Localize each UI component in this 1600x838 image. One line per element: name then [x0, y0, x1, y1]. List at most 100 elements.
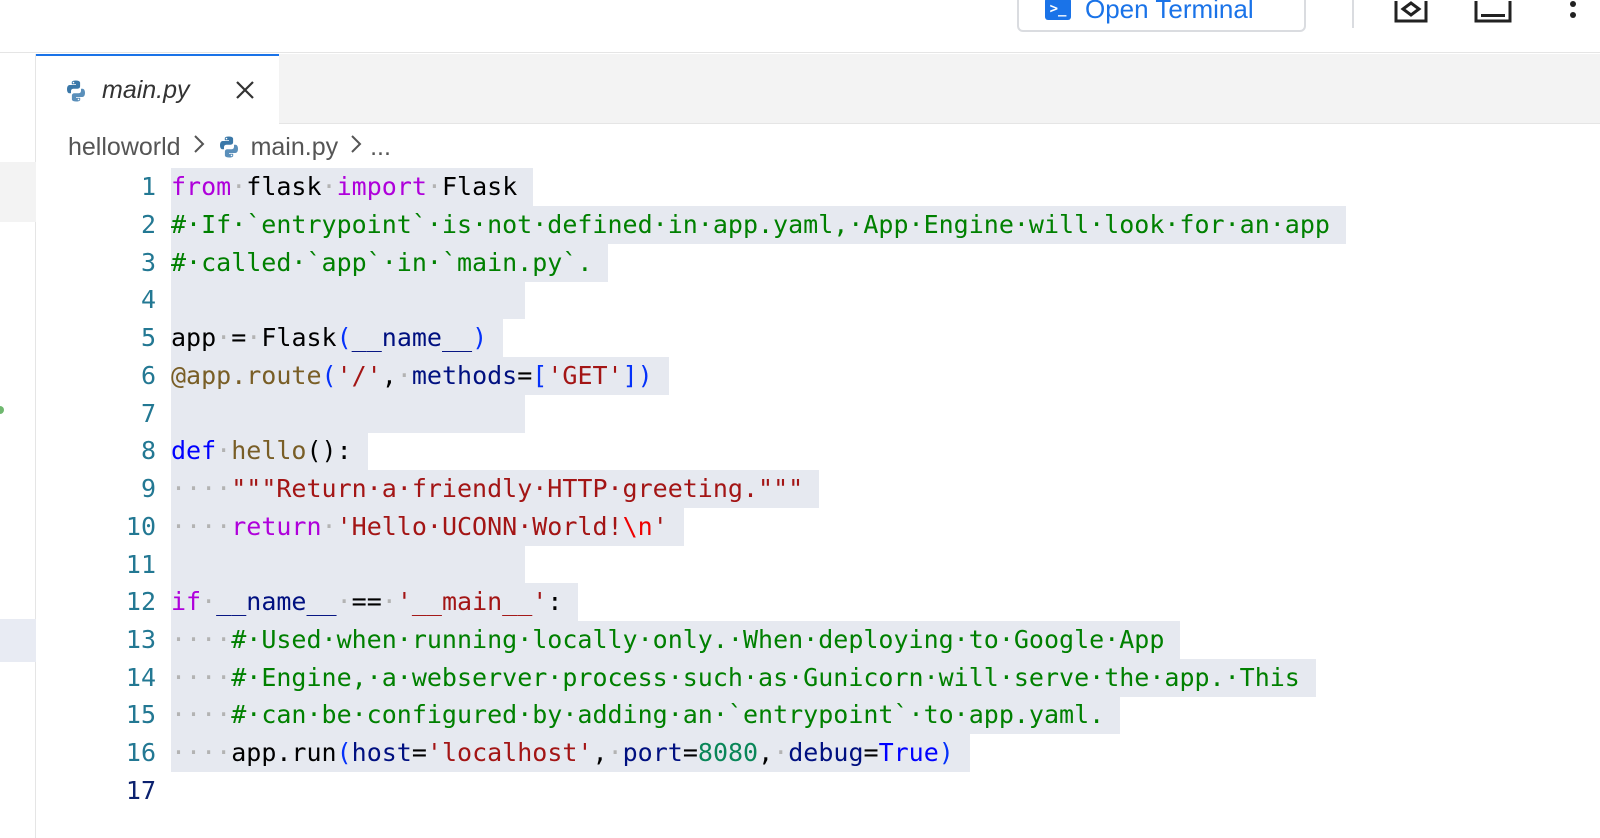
- more-options-icon[interactable]: [1568, 0, 1578, 24]
- token: ·: [246, 323, 262, 352]
- left-strip-band: [0, 162, 36, 222]
- token: (: [336, 323, 352, 352]
- line-content[interactable]: if·__name__·==·'__main__':: [171, 583, 579, 621]
- panel-toggle-icon[interactable]: [1474, 0, 1512, 24]
- token: 8080: [697, 738, 759, 767]
- line-content[interactable]: app·=·Flask(__name__): [171, 319, 504, 357]
- token: ,: [592, 738, 608, 767]
- line-content[interactable]: ····app.run(host='localhost',·port=8080,…: [171, 734, 970, 772]
- close-tab-icon[interactable]: [234, 79, 256, 101]
- line-content[interactable]: #·called·`app`·in·`main.py`.: [171, 244, 609, 282]
- line-content[interactable]: [171, 395, 525, 433]
- token: ,: [381, 361, 397, 390]
- code-line: 8 def·hello():: [36, 432, 1600, 470]
- token: port: [622, 738, 683, 767]
- line-content[interactable]: from·flask·import·Flask: [171, 168, 534, 206]
- token: 'localhost': [426, 738, 593, 767]
- top-toolbar: >_ Open Terminal: [0, 0, 1600, 53]
- editor-tab-bar: main.py: [36, 54, 1600, 125]
- token: app: [171, 323, 217, 352]
- token: [: [532, 361, 548, 390]
- token: ·: [396, 361, 412, 390]
- code-line: 13 ····#·Used·when·running·locally·only.…: [36, 621, 1600, 659]
- token: ····: [171, 663, 232, 692]
- code-line: 6 @app.route('/',·methods=['GET']): [36, 357, 1600, 395]
- toolbar-divider: [1352, 0, 1354, 28]
- tab-main-py[interactable]: main.py: [36, 54, 279, 125]
- code-line: 12 if·__name__·==·'__main__':: [36, 583, 1600, 621]
- line-content[interactable]: #·If·`entrypoint`·is·not·defined·in·app.…: [171, 206, 1346, 244]
- token: from: [171, 172, 232, 201]
- status-dot: [0, 406, 4, 414]
- token: methods: [411, 361, 518, 390]
- token: ·: [216, 323, 232, 352]
- token: import: [336, 172, 427, 201]
- chevron-right-icon: [350, 134, 362, 160]
- python-file-icon: [219, 136, 238, 158]
- line-number: 5: [140, 323, 156, 352]
- token: ]): [622, 361, 653, 390]
- token: ·: [321, 172, 337, 201]
- token: app.run: [231, 738, 337, 767]
- token: __name__: [216, 587, 337, 616]
- line-number: 6: [140, 361, 156, 390]
- open-terminal-button[interactable]: >_ Open Terminal: [1017, 0, 1306, 32]
- line-content[interactable]: def·hello():: [171, 432, 368, 470]
- preview-icon[interactable]: [1394, 0, 1428, 24]
- token: ·: [231, 172, 247, 201]
- token: ·: [336, 587, 352, 616]
- line-content[interactable]: ····#·Engine,·a·webserver·process·such·a…: [171, 659, 1316, 697]
- token: (: [336, 738, 352, 767]
- line-number: 4: [140, 285, 156, 314]
- token: ····: [171, 738, 232, 767]
- line-number: 17: [125, 776, 156, 805]
- token: ·: [426, 172, 442, 201]
- token: ····: [171, 700, 232, 729]
- line-content[interactable]: @app.route('/',·methods=['GET']): [171, 357, 669, 395]
- token: ····: [171, 625, 232, 654]
- token: =: [411, 738, 427, 767]
- line-content[interactable]: [171, 546, 525, 584]
- line-number: 10: [125, 512, 156, 541]
- line-number: 13: [125, 625, 156, 654]
- token: :: [547, 587, 563, 616]
- code-line: 9 ····"""Return·a·friendly·HTTP·greeting…: [36, 470, 1600, 508]
- token: """Return·a·friendly·HTTP·greeting.""": [231, 474, 804, 503]
- breadcrumb: helloworld main.py ...: [68, 129, 391, 165]
- code-line: 11: [36, 546, 1600, 584]
- breadcrumb-folder[interactable]: helloworld: [68, 133, 181, 162]
- token: ·: [201, 587, 217, 616]
- token: (: [321, 361, 337, 390]
- code-line: 3 #·called·`app`·in·`main.py`.: [36, 244, 1600, 282]
- line-number: 9: [140, 474, 156, 503]
- code-editor[interactable]: 1 from·flask·import·Flask 2 #·If·`entryp…: [36, 168, 1600, 838]
- line-content[interactable]: [171, 281, 525, 319]
- code-line: 4: [36, 281, 1600, 319]
- token: ····: [171, 474, 232, 503]
- code-line-active: 17: [36, 772, 1600, 810]
- token: __name__: [351, 323, 473, 352]
- line-content[interactable]: ····#·can·be·configured·by·adding·an·`en…: [171, 696, 1121, 734]
- token: 'Hello·UCONN·World!: [336, 512, 623, 541]
- line-content[interactable]: ····return·'Hello·UCONN·World!\n': [171, 508, 684, 546]
- breadcrumb-more[interactable]: ...: [370, 133, 391, 162]
- line-number: 15: [125, 700, 156, 729]
- line-number: 7: [140, 399, 156, 428]
- token: \n: [622, 512, 653, 541]
- token: ': [652, 512, 668, 541]
- token: True: [878, 738, 939, 767]
- line-content[interactable]: ····"""Return·a·friendly·HTTP·greeting."…: [171, 470, 820, 508]
- breadcrumb-file[interactable]: main.py: [251, 133, 339, 162]
- token: #·can·be·configured·by·adding·an·`entryp…: [231, 700, 1105, 729]
- token: ==: [351, 587, 382, 616]
- token: '/': [336, 361, 382, 390]
- token: #·Engine,·a·webserver·process·such·as·Gu…: [231, 663, 1300, 692]
- token: ():: [306, 436, 352, 465]
- token: ····: [171, 512, 232, 541]
- line-content[interactable]: ····#·Used·when·running·locally·only.·Wh…: [171, 621, 1181, 659]
- code-line: 2 #·If·`entrypoint`·is·not·defined·in·ap…: [36, 206, 1600, 244]
- line-number: 11: [125, 550, 156, 579]
- token: ·: [381, 587, 397, 616]
- token: =: [231, 323, 247, 352]
- token: =: [682, 738, 698, 767]
